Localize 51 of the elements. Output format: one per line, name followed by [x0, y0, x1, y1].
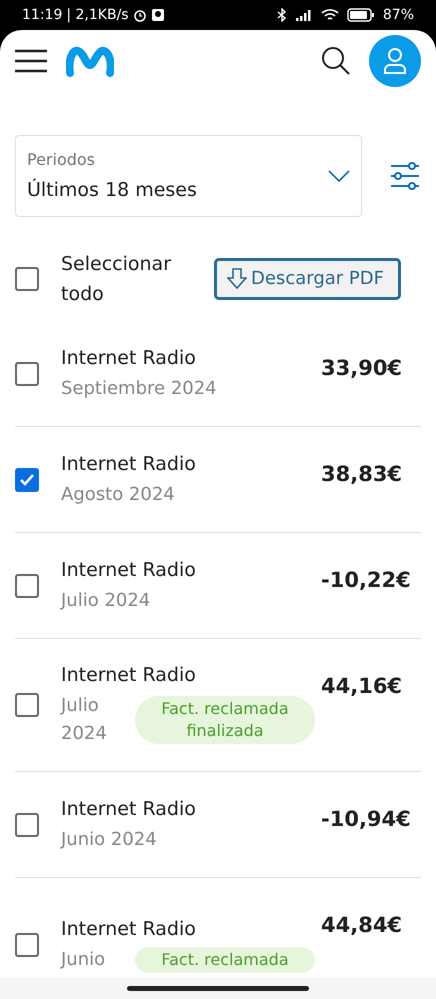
profile-button[interactable]: [369, 35, 421, 87]
alarm-icon: [132, 8, 147, 22]
signal-icon: [294, 9, 313, 21]
status-time: 11:19: [22, 6, 62, 24]
checkbox[interactable]: [15, 812, 39, 836]
menu-icon[interactable]: [15, 49, 47, 73]
invoice-name: Internet Radio: [61, 916, 197, 942]
checkbox[interactable]: [15, 267, 39, 291]
checkbox[interactable]: [15, 932, 39, 956]
invoice-amount: 33,90€: [321, 355, 404, 382]
bluetooth-icon: [276, 8, 287, 22]
invoice-amount: -10,22€: [321, 567, 412, 594]
checkbox[interactable]: [15, 468, 39, 492]
network-speed: | 2,1KB/s: [66, 6, 129, 24]
invoice-date: Julio 2024: [61, 694, 108, 746]
download-pdf-button[interactable]: Descargar PDF: [214, 258, 401, 300]
battery-icon: [346, 8, 375, 22]
logo-icon: [66, 45, 114, 77]
chevron-down-icon: [328, 170, 350, 182]
home-indicator[interactable]: [127, 986, 309, 990]
invoice-name: Internet Radio: [61, 452, 197, 476]
invoice-date: Junio: [61, 948, 106, 972]
checkbox[interactable]: [15, 693, 39, 717]
checkmark-icon: [19, 472, 35, 486]
periods-label: Periodos: [27, 148, 96, 171]
invoice-name: Internet Radio: [61, 346, 197, 370]
invoice-amount: -10,94€: [321, 806, 412, 833]
wifi-icon: [320, 8, 339, 22]
select-all-label: Seleccionar todo: [61, 252, 172, 307]
invoice-amount: 44,16€: [321, 673, 404, 700]
battery-level: 87%: [382, 6, 414, 24]
invoice-name: Internet Radio: [61, 663, 197, 688]
checkbox[interactable]: [15, 362, 39, 386]
notification-icon: [150, 8, 165, 22]
filter-icon[interactable]: [390, 162, 420, 190]
periods-value: Últimos 18 meses: [27, 177, 198, 203]
download-icon: [227, 268, 247, 290]
invoice-amount: 38,83€: [321, 461, 404, 488]
status-badge: Fact. reclamada: [135, 946, 315, 972]
user-icon: [383, 47, 407, 75]
invoice-name: Internet Radio: [61, 796, 197, 822]
invoice-date: Junio 2024: [61, 828, 157, 852]
search-icon[interactable]: [321, 46, 351, 76]
invoice-date: Julio 2024: [61, 588, 150, 612]
checkbox[interactable]: [15, 574, 39, 598]
status-badge: Fact. reclamada finalizada: [135, 696, 315, 744]
periods-dropdown[interactable]: Periodos Últimos 18 meses: [15, 135, 362, 217]
invoice-date: Agosto 2024: [61, 482, 175, 506]
invoice-date: Septiembre 2024: [61, 376, 217, 400]
invoice-amount: 44,84€: [321, 912, 404, 939]
invoice-name: Internet Radio: [61, 558, 197, 582]
